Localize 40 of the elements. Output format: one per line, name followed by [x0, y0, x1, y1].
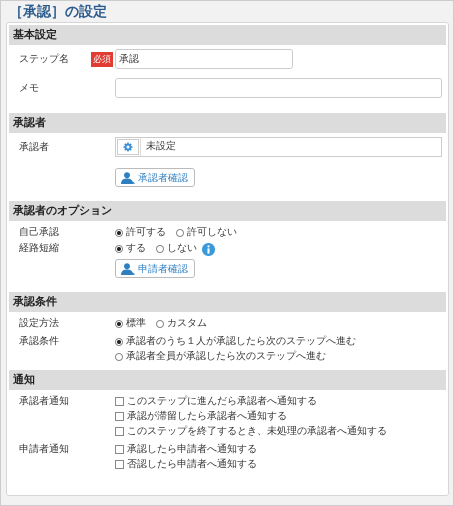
settings-button[interactable] — [117, 139, 139, 155]
field-label: 申請者通知 — [19, 444, 69, 455]
radio-option[interactable]: しない — [156, 241, 197, 257]
radio-option[interactable]: 標準 — [115, 316, 146, 332]
page-title: ［承認］の設定 — [9, 3, 108, 22]
radio-option[interactable]: 許可する — [115, 225, 166, 241]
field-label: 承認条件 — [19, 336, 59, 347]
info-icon[interactable] — [202, 242, 215, 256]
confirm-button[interactable]: 申請者確認 — [115, 259, 195, 278]
radio-option[interactable]: 許可しない — [176, 225, 237, 241]
settings-icon — [123, 142, 133, 152]
text-field[interactable]: 承認 — [115, 49, 293, 69]
checkbox-option[interactable]: 否認したら申請者へ通知する — [115, 457, 257, 472]
section-header: 承認者のオプション — [9, 201, 446, 221]
checkbox-option[interactable]: 承認したら申請者へ通知する — [115, 442, 257, 457]
field-label: 設定方法 — [19, 318, 59, 329]
radio-option[interactable]: 承認者全員が承認したら次のステップへ進む — [115, 349, 356, 364]
checkbox-option[interactable]: 承認が滞留したら承認者へ通知する — [115, 409, 387, 424]
radio-option[interactable]: 承認者のうち１人が承認したら次のステップへ進む — [115, 334, 356, 349]
section-header: 承認条件 — [9, 292, 446, 312]
approver-field[interactable]: 未設定 — [115, 137, 442, 157]
field-label: 経路短縮 — [19, 243, 59, 254]
section-header: 基本設定 — [9, 25, 446, 45]
required-badge: 必須 — [91, 52, 113, 66]
radio-option[interactable]: する — [115, 241, 146, 257]
field-label: ステップ名 — [19, 54, 69, 65]
field-label: メモ — [19, 83, 39, 94]
checkbox-option[interactable]: このステップに進んだら承認者へ通知する — [115, 394, 387, 409]
field-label: 承認者通知 — [19, 396, 69, 407]
person-icon — [121, 262, 135, 274]
field-label: 承認者 — [19, 142, 49, 153]
person-icon — [121, 172, 135, 184]
text-field[interactable] — [115, 78, 442, 98]
section-header: 承認者 — [9, 113, 446, 133]
approver-value: 未設定 — [140, 138, 176, 156]
field-label: 自己承認 — [19, 227, 59, 238]
radio-option[interactable]: カスタム — [156, 316, 207, 332]
confirm-button[interactable]: 承認者確認 — [115, 168, 195, 187]
checkbox-option[interactable]: このステップを終了するとき、未処理の承認者へ通知する — [115, 424, 387, 439]
section-header: 通知 — [9, 370, 446, 390]
